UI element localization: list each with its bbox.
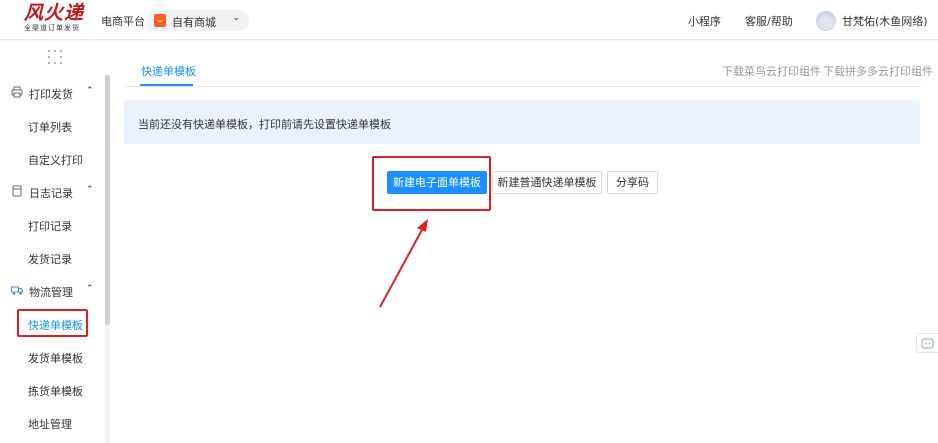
sidebar-item-label: 拣货单模板 xyxy=(28,385,83,398)
annotation-highlight-box xyxy=(17,309,88,337)
shopping-bag-icon xyxy=(154,14,166,27)
floating-tool-icon[interactable] xyxy=(916,333,938,353)
sidebar-item-label: 打印记录 xyxy=(28,220,72,233)
sidebar-item-order-list[interactable]: 订单列表 xyxy=(0,114,104,138)
avatar[interactable] xyxy=(816,11,836,31)
sidebar-item-print-records[interactable]: 打印记录 xyxy=(0,213,104,237)
sidebar-item-ship-records[interactable]: 发货记录 xyxy=(0,246,104,270)
sidebar-group-label: 日志记录 xyxy=(29,187,73,200)
sidebar-item-label: 自定义打印 xyxy=(28,154,83,167)
chevron-up-icon: ⌃ xyxy=(86,185,94,195)
sidebar-item-label: 地址管理 xyxy=(28,418,72,431)
sidebar: 打印发货 ⌃ 订单列表 自定义打印 日志记录 ⌃ 打印记录 发货记录 物流管理 … xyxy=(0,41,111,443)
sidebar-item-label: 发货记录 xyxy=(28,253,72,266)
sidebar-item-label: 订单列表 xyxy=(28,121,72,134)
sidebar-scrollbar[interactable] xyxy=(105,75,110,443)
document-icon xyxy=(12,185,22,197)
nav-link-mini-program[interactable]: 小程序 xyxy=(688,13,721,29)
sidebar-item-picking-template[interactable]: 拣货单模板 xyxy=(0,378,104,402)
truck-icon xyxy=(11,286,23,295)
user-name[interactable]: 甘梵佑(木鱼网络) xyxy=(842,13,928,29)
brand-logo[interactable]: 风火递 全渠道订单发货 xyxy=(24,3,90,37)
main-panel: 快递单模板 下载菜鸟云打印组件 下载拼多多云打印组件 当前还没有快递单模板，打印… xyxy=(111,41,938,443)
chevron-up-icon: ⌃ xyxy=(86,86,94,96)
annotation-arrow-icon xyxy=(379,219,428,308)
chevron-up-icon: ⌃ xyxy=(86,284,94,294)
menu-collapse-icon[interactable] xyxy=(48,50,62,64)
platform-label: 电商平台 xyxy=(101,15,145,28)
chat-icon xyxy=(921,338,934,349)
logo-text: 风火递 xyxy=(24,2,85,24)
store-select[interactable]: 自有商城 ⌄ xyxy=(146,10,249,31)
chevron-down-icon: ⌄ xyxy=(232,13,240,23)
sidebar-group-print-ship[interactable]: 打印发货 ⌃ xyxy=(0,81,104,105)
nav-link-support[interactable]: 客服/帮助 xyxy=(745,13,793,29)
printer-icon xyxy=(11,86,23,98)
logo-subtext: 全渠道订单发货 xyxy=(24,24,80,32)
sidebar-item-delivery-template[interactable]: 发货单模板 xyxy=(0,345,104,369)
sidebar-group-label: 物流管理 xyxy=(29,286,73,299)
scrollbar-thumb[interactable] xyxy=(105,75,110,325)
sidebar-item-address-management[interactable]: 地址管理 xyxy=(0,411,104,435)
sidebar-group-logs[interactable]: 日志记录 ⌃ xyxy=(0,180,104,204)
sidebar-group-logistics[interactable]: 物流管理 ⌃ xyxy=(0,279,104,303)
sidebar-item-custom-print[interactable]: 自定义打印 xyxy=(0,147,104,171)
store-select-value: 自有商城 xyxy=(172,16,216,29)
sidebar-item-label: 发货单模板 xyxy=(28,352,83,365)
sidebar-group-label: 打印发货 xyxy=(29,88,73,101)
top-header: 风火递 全渠道订单发货 电商平台 自有商城 ⌄ 小程序 客服/帮助 甘梵佑(木鱼… xyxy=(0,0,938,40)
